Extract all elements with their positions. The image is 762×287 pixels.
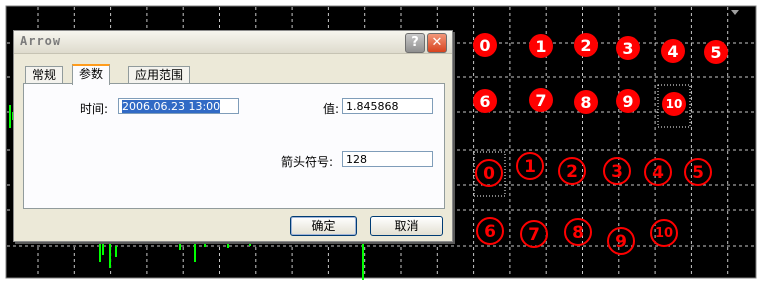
value-label: 值:	[323, 102, 340, 116]
outlined-marker-4-label: 4	[652, 163, 664, 183]
filled-marker-7-label: 7	[535, 91, 546, 110]
help-button[interactable]: ?	[405, 33, 425, 53]
filled-marker-7[interactable]: 7	[529, 88, 553, 112]
time-label: 时间:	[80, 102, 109, 116]
outlined-marker-0-label: 0	[483, 164, 495, 184]
close-button[interactable]: ✕	[427, 33, 447, 53]
dialog-title: Arrow	[20, 34, 62, 48]
filled-marker-4-label: 4	[667, 42, 678, 61]
time-field[interactable]: 2006.06.23 13:00	[118, 98, 239, 114]
filled-marker-0[interactable]: 0	[473, 33, 497, 57]
tab-parameters[interactable]: 参数	[72, 64, 111, 85]
cancel-button[interactable]: 取消	[370, 216, 443, 236]
tab-visualization[interactable]: 应用范围	[128, 66, 191, 83]
outlined-marker-6-label: 6	[484, 222, 496, 242]
filled-marker-5-label: 5	[710, 43, 721, 62]
filled-marker-8[interactable]: 8	[574, 90, 598, 114]
parameters-panel: 时间: 2006.06.23 13:00 值: 1.845868 箭头符号: 1…	[23, 83, 445, 209]
filled-marker-2[interactable]: 2	[574, 33, 598, 57]
filled-marker-1[interactable]: 1	[529, 34, 553, 58]
filled-marker-10[interactable]: 10	[662, 92, 686, 116]
filled-marker-1-label: 1	[535, 37, 546, 56]
outlined-marker-5-label: 5	[692, 163, 704, 183]
filled-marker-9-label: 9	[622, 92, 633, 111]
outlined-marker-1-label: 1	[524, 157, 536, 177]
filled-marker-5[interactable]: 5	[704, 40, 728, 64]
filled-marker-10-label: 10	[666, 97, 683, 111]
filled-marker-4[interactable]: 4	[661, 39, 685, 63]
filled-marker-6[interactable]: 6	[473, 89, 497, 113]
outlined-marker-8-label: 8	[572, 223, 584, 243]
tab-common[interactable]: 常规	[25, 66, 64, 83]
arrow-properties-dialog: Arrow ? ✕ 常规 参数 应用范围 时间: 2006.06.23 13:0…	[13, 30, 453, 242]
outlined-marker-2-label: 2	[566, 162, 578, 182]
filled-marker-6-label: 6	[479, 92, 490, 111]
filled-marker-9[interactable]: 9	[616, 89, 640, 113]
arrow-code-field[interactable]: 128	[342, 151, 433, 167]
value-field[interactable]: 1.845868	[342, 98, 433, 114]
close-icon: ✕	[431, 35, 443, 50]
time-value: 2006.06.23 13:00	[122, 100, 221, 113]
dialog-titlebar[interactable]: Arrow ? ✕	[14, 31, 452, 54]
arrow-code-label: 箭头符号:	[281, 155, 334, 169]
filled-marker-3-label: 3	[622, 39, 633, 58]
filled-marker-2-label: 2	[580, 36, 591, 55]
help-icon: ?	[411, 35, 419, 50]
outlined-marker-3-label: 3	[611, 162, 623, 182]
ok-button[interactable]: 确定	[290, 216, 357, 236]
outlined-marker-7-label: 7	[528, 225, 540, 245]
filled-marker-3[interactable]: 3	[616, 36, 640, 60]
filled-marker-8-label: 8	[580, 93, 591, 112]
filled-marker-0-label: 0	[479, 36, 490, 55]
outlined-marker-10-label: 10	[655, 226, 673, 241]
outlined-marker-9-label: 9	[615, 232, 627, 252]
